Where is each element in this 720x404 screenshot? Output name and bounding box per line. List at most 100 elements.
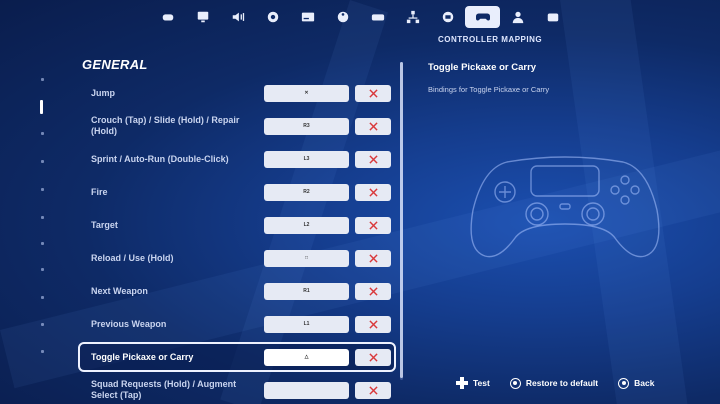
rail-dot[interactable] xyxy=(41,188,44,191)
tab-accessibility[interactable] xyxy=(290,6,325,28)
close-icon xyxy=(368,154,378,164)
binding-label: Fire xyxy=(91,186,108,197)
tab-input[interactable] xyxy=(325,6,360,28)
tab-video[interactable] xyxy=(185,6,220,28)
close-icon xyxy=(368,121,378,131)
account-icon xyxy=(512,11,523,24)
binding-key-button[interactable]: L3 xyxy=(264,150,349,168)
back-label: Back xyxy=(634,378,655,388)
binding-row[interactable]: Jump ✕ xyxy=(78,78,396,108)
rail-dot[interactable] xyxy=(41,323,44,326)
section-title: GENERAL xyxy=(82,57,148,72)
volume-icon xyxy=(232,12,244,22)
touch-controls-icon xyxy=(371,14,384,21)
rail-dot[interactable] xyxy=(41,160,44,163)
clear-binding-button[interactable] xyxy=(355,249,391,267)
binding-label: Squad Requests (Hold) / Augment Select (… xyxy=(91,379,237,400)
test-button[interactable]: Test xyxy=(456,377,490,389)
clear-binding-button[interactable] xyxy=(355,282,391,300)
close-icon xyxy=(368,187,378,197)
binding-label: Toggle Pickaxe or Carry xyxy=(91,351,194,362)
close-icon xyxy=(368,220,378,230)
controller-icon xyxy=(475,13,490,21)
binding-row[interactable]: Reload / Use (Hold) □ xyxy=(78,243,396,273)
tab-controller[interactable] xyxy=(465,6,500,28)
binding-row[interactable]: Fire R2 xyxy=(78,177,396,207)
binding-label: Next Weapon xyxy=(91,285,148,296)
close-icon xyxy=(368,385,378,395)
binding-row-selected[interactable]: Toggle Pickaxe or Carry △ xyxy=(78,342,396,372)
binding-label: Reload / Use (Hold) xyxy=(91,252,174,263)
binding-key-button[interactable]: ✕ xyxy=(264,84,349,102)
binding-key-button[interactable] xyxy=(264,381,349,399)
binding-row[interactable]: Crouch (Tap) / Slide (Hold) / Repair (Ho… xyxy=(78,111,396,141)
close-icon xyxy=(368,88,378,98)
binding-key-button[interactable]: △ xyxy=(264,348,349,366)
binding-row[interactable]: Sprint / Auto-Run (Double-Click) L3 xyxy=(78,144,396,174)
binding-key-button[interactable]: □ xyxy=(264,249,349,267)
binding-key-button[interactable]: R2 xyxy=(264,183,349,201)
clear-binding-button[interactable] xyxy=(355,117,391,135)
settings-tab-bar xyxy=(150,6,570,32)
keyboard-mouse-icon xyxy=(442,11,453,23)
back-button[interactable]: Back xyxy=(618,377,655,389)
close-icon xyxy=(368,253,378,263)
replay-icon xyxy=(547,13,558,22)
tab-game-settings[interactable] xyxy=(255,6,290,28)
tab-audio[interactable] xyxy=(220,6,255,28)
close-icon xyxy=(368,286,378,296)
rail-dot[interactable] xyxy=(41,350,44,353)
binding-row[interactable]: Previous Weapon L1 xyxy=(78,309,396,339)
binding-key-button[interactable]: L2 xyxy=(264,216,349,234)
close-icon xyxy=(368,319,378,329)
close-icon xyxy=(368,352,378,362)
binding-label: Previous Weapon xyxy=(91,318,167,329)
clear-binding-button[interactable] xyxy=(355,348,391,366)
clear-binding-button[interactable] xyxy=(355,84,391,102)
restore-default-button[interactable]: Restore to default xyxy=(509,377,599,389)
tab-replays[interactable] xyxy=(535,6,570,28)
tab-network[interactable] xyxy=(395,6,430,28)
binding-label: Target xyxy=(91,219,118,230)
gear-icon xyxy=(267,11,278,23)
tab-account[interactable] xyxy=(500,6,535,28)
binding-label: Sprint / Auto-Run (Double-Click) xyxy=(91,153,229,164)
tab-keyboard-mouse[interactable] xyxy=(430,6,465,28)
binding-row[interactable]: Target L2 xyxy=(78,210,396,240)
clear-binding-button[interactable] xyxy=(355,216,391,234)
binding-key-button[interactable]: R3 xyxy=(264,117,349,135)
subtitles-icon xyxy=(301,12,314,22)
detail-title: Toggle Pickaxe or Carry xyxy=(428,62,537,73)
binding-label: Crouch (Tap) / Slide (Hold) / Repair (Ho… xyxy=(91,115,240,136)
accessibility-icon xyxy=(337,11,348,23)
binding-row[interactable]: Next Weapon R1 xyxy=(78,276,396,306)
tab-touch[interactable] xyxy=(360,6,395,28)
rail-dot[interactable] xyxy=(41,268,44,271)
rail-dot[interactable] xyxy=(41,78,44,81)
binding-row[interactable]: Squad Requests (Hold) / Augment Select (… xyxy=(78,375,396,404)
binding-key-button[interactable]: R1 xyxy=(264,282,349,300)
controller-diagram xyxy=(470,156,660,258)
clear-binding-button[interactable] xyxy=(355,315,391,333)
binding-label: Jump xyxy=(91,87,116,98)
scrollbar-thumb[interactable] xyxy=(400,62,403,378)
rail-dot[interactable] xyxy=(41,242,44,245)
rail-dot[interactable] xyxy=(41,132,44,135)
rail-active-marker[interactable] xyxy=(40,100,43,114)
gamepad-small-icon xyxy=(162,14,173,21)
tab-caption: CONTROLLER MAPPING xyxy=(438,35,543,44)
clear-binding-button[interactable] xyxy=(355,150,391,168)
test-label: Test xyxy=(473,378,490,388)
circle-button-icon xyxy=(618,377,630,389)
rail-dot[interactable] xyxy=(41,296,44,299)
restore-label: Restore to default xyxy=(525,378,599,388)
dpad-icon xyxy=(456,377,468,389)
clear-binding-button[interactable] xyxy=(355,183,391,201)
detail-subtitle: Bindings for Toggle Pickaxe or Carry xyxy=(428,85,550,94)
binding-key-button[interactable]: L1 xyxy=(264,315,349,333)
list-scrollbar[interactable] xyxy=(400,62,403,380)
clear-binding-button[interactable] xyxy=(355,381,391,399)
rail-dot[interactable] xyxy=(41,216,44,219)
display-icon xyxy=(197,11,208,23)
tab-game[interactable] xyxy=(150,6,185,28)
